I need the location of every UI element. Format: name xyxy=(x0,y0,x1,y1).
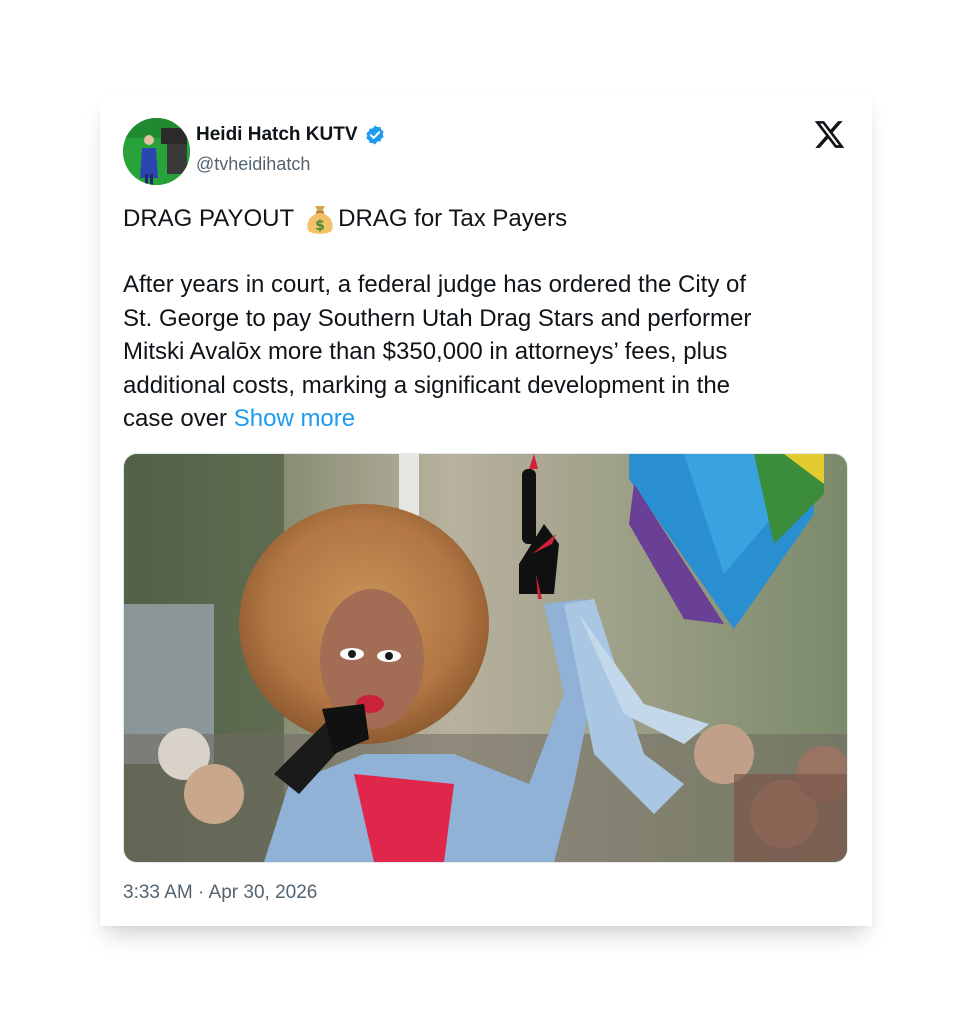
body-line: additional costs, marking a significant … xyxy=(123,371,731,399)
author-name-row: Heidi Hatch KUTV xyxy=(196,124,386,146)
svg-text:$: $ xyxy=(315,218,325,234)
body-line: St. George to pay Southern Utah Drag Sta… xyxy=(123,304,752,332)
body-line: Mitski Avalōx more than $350,000 in atto… xyxy=(123,338,728,365)
body-line-last: case over Show more xyxy=(123,402,853,436)
headline-part1: DRAG PAYOUT xyxy=(123,205,295,232)
profile-avatar[interactable] xyxy=(123,118,190,185)
page: Heidi Hatch KUTV @tvheidihatch DRAG PAYO… xyxy=(0,0,971,1025)
headline-part2: DRAG for Tax Payers xyxy=(338,205,568,232)
author-handle[interactable]: @tvheidihatch xyxy=(196,154,310,175)
show-more-link[interactable]: Show more xyxy=(234,405,355,432)
photo-drag-performer-image xyxy=(124,454,847,862)
money-bag-icon: $ xyxy=(304,202,336,236)
body-line: After years in court, a federal judge ha… xyxy=(123,271,747,298)
post-media-image[interactable] xyxy=(123,453,848,863)
x-logo-icon[interactable] xyxy=(813,118,846,151)
post-body: After years in court, a federal judge ha… xyxy=(123,268,853,436)
verified-badge-icon xyxy=(364,124,386,146)
post-timestamp[interactable]: 3:33 AM · Apr 30, 2026 xyxy=(123,882,317,904)
post-headline: DRAG PAYOUT $ DRAG for Tax Payers xyxy=(123,202,567,236)
tweet-card: Heidi Hatch KUTV @tvheidihatch DRAG PAYO… xyxy=(100,96,872,926)
author-name[interactable]: Heidi Hatch KUTV xyxy=(196,124,358,146)
body-line-tail: case over xyxy=(123,405,228,432)
